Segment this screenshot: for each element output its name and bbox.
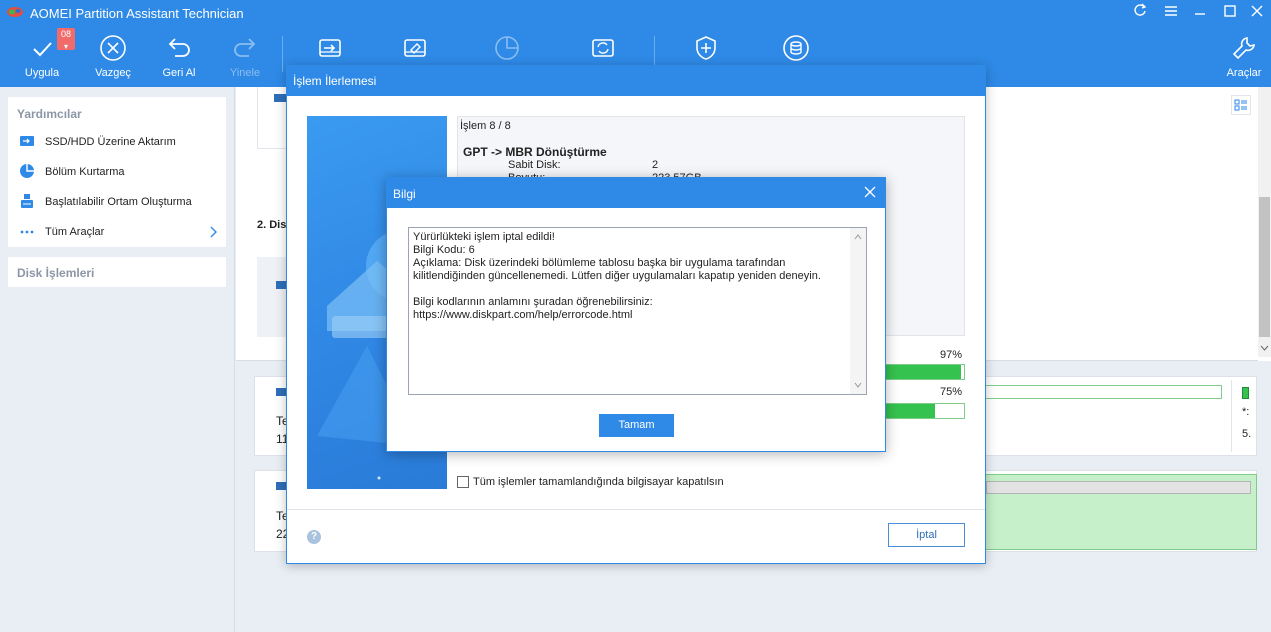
helpers-title: Yardımcılar	[17, 107, 82, 121]
message-line: Açıklama: Disk üzerindeki bölümleme tabl…	[413, 257, 821, 282]
database-recovery-icon	[783, 35, 809, 61]
message-textbox[interactable]: Yürürlükteki işlem iptal edildi! Bilgi K…	[408, 227, 867, 395]
sidebar-item-label: Başlatılabilir Ortam Oluşturma	[45, 196, 192, 208]
scroll-down-arrow-icon[interactable]	[1260, 345, 1269, 351]
sidebar-item-bootable-media[interactable]: Başlatılabilir Ortam Oluşturma	[17, 187, 222, 217]
refresh-icon[interactable]	[1129, 3, 1151, 23]
checkmark-icon	[33, 42, 52, 57]
disk-operations-card[interactable]: Disk İşlemleri	[8, 257, 226, 287]
sidebar-item-label: SSD/HDD Üzerine Aktarım	[45, 136, 176, 148]
message-line: Yürürlükteki işlem iptal edildi!	[413, 231, 555, 243]
redo-icon	[234, 38, 256, 57]
field-value: 2	[652, 159, 659, 171]
left-sidebar: Yardımcılar SSD/HDD Üzerine Aktarım Bölü…	[0, 87, 235, 632]
close-icon[interactable]	[859, 181, 881, 203]
dialog-title: İşlem İlerlemesi	[293, 74, 377, 88]
tools-button[interactable]: Araçlar	[1219, 26, 1269, 87]
dialog-header: İşlem İlerlemesi	[287, 66, 985, 96]
operation-name: GPT -> MBR Dönüştürme	[463, 145, 607, 159]
shutdown-checkbox-label[interactable]: Tüm işlemler tamamlandığında bilgisayar …	[473, 476, 724, 488]
maximize-icon[interactable]	[1219, 3, 1241, 23]
wrench-icon	[1232, 37, 1255, 60]
undo-icon	[168, 38, 190, 57]
bootable-media-icon	[21, 194, 33, 208]
dialog-header: Bilgi	[387, 178, 885, 208]
disk-arrow-icon	[319, 39, 341, 57]
more-dots-icon	[20, 230, 34, 234]
app-logo-icon	[7, 7, 23, 17]
partition-bar[interactable]	[982, 385, 1222, 399]
scroll-down-arrow-icon[interactable]	[854, 382, 862, 388]
disk2-card	[257, 257, 287, 337]
helpers-card: Yardımcılar SSD/HDD Üzerine Aktarım Bölü…	[8, 97, 226, 247]
disk-sync-icon	[592, 39, 614, 57]
field-key: Sabit Disk:	[508, 159, 561, 171]
progress-percent-2: 75%	[940, 386, 963, 398]
cancel-button[interactable]: İptal	[888, 523, 965, 547]
discard-button[interactable]: Vazgeç	[88, 26, 138, 87]
tools-label: Araçlar	[1226, 67, 1262, 79]
vertical-scrollbar[interactable]	[1258, 87, 1271, 357]
info-dialog: Bilgi Yürürlükteki işlem iptal edildi! B…	[386, 177, 886, 452]
ok-button[interactable]: Tamam	[599, 414, 674, 437]
textbox-scrollbar[interactable]	[850, 228, 866, 394]
sidebar-item-all-tools[interactable]: Tüm Araçlar	[17, 217, 222, 247]
undo-button[interactable]: Geri Al	[154, 26, 204, 87]
sidebar-item-ssd-migrate[interactable]: SSD/HDD Üzerine Aktarım	[17, 127, 222, 157]
cancel-circle-icon	[100, 35, 126, 61]
apply-label: Uygula	[24, 67, 60, 79]
app-title: AOMEI Partition Assistant Technician	[30, 6, 244, 21]
dialog-divider	[287, 509, 985, 510]
chevron-right-icon	[210, 226, 217, 238]
partition-usage-bar	[986, 481, 1251, 494]
minimize-icon[interactable]	[1189, 3, 1211, 23]
undo-label: Geri Al	[162, 67, 196, 79]
scroll-up-arrow-icon[interactable]	[854, 234, 862, 240]
disk-icon	[274, 94, 286, 102]
scrollbar-thumb[interactable]	[1259, 197, 1270, 337]
toolbar-divider	[282, 36, 283, 72]
message-line: Bilgi kodlarının anlamını şuradan öğrene…	[413, 296, 653, 308]
discard-label: Vazgeç	[95, 67, 131, 79]
progress-percent-1: 97%	[940, 349, 963, 361]
sidebar-item-label: Bölüm Kurtarma	[45, 166, 125, 178]
pie-recover-icon	[20, 164, 34, 178]
disk-side-fragment: *:	[1242, 406, 1250, 418]
apply-button[interactable]: 08 ▾ Uygula	[17, 26, 75, 87]
pie-chart-icon	[495, 36, 519, 60]
sidebar-item-label: Tüm Araçlar	[45, 226, 105, 238]
redo-label: Yinele	[229, 67, 261, 79]
menu-icon[interactable]	[1160, 3, 1182, 23]
disk-eraser-icon	[404, 39, 426, 57]
dialog-title: Bilgi	[393, 187, 416, 201]
shield-icon	[696, 36, 716, 60]
redo-button[interactable]: Yinele	[220, 26, 270, 87]
disk-ops-title: Disk İşlemleri	[17, 266, 95, 280]
message-line	[413, 283, 849, 296]
step-counter: İşlem 8 / 8	[460, 120, 511, 132]
sidebar-item-partition-recovery[interactable]: Bölüm Kurtarma	[17, 157, 222, 187]
view-toggle-icon[interactable]	[1231, 95, 1251, 115]
title-bar: AOMEI Partition Assistant Technician	[0, 0, 1271, 26]
close-icon[interactable]	[1246, 3, 1268, 23]
help-icon[interactable]: ?	[307, 530, 321, 544]
pending-count-badge: 08 ▾	[57, 28, 75, 51]
shutdown-checkbox[interactable]	[457, 476, 469, 488]
disk-side-fragment: 5.	[1242, 428, 1252, 440]
disk-copy-icon	[20, 136, 34, 146]
message-line: Bilgi Kodu: 6	[413, 244, 475, 256]
message-line: https://www.diskpart.com/help/errorcode.…	[413, 309, 633, 321]
message-text: Yürürlükteki işlem iptal edildi! Bilgi K…	[413, 231, 849, 322]
green-indicator	[1242, 387, 1249, 399]
